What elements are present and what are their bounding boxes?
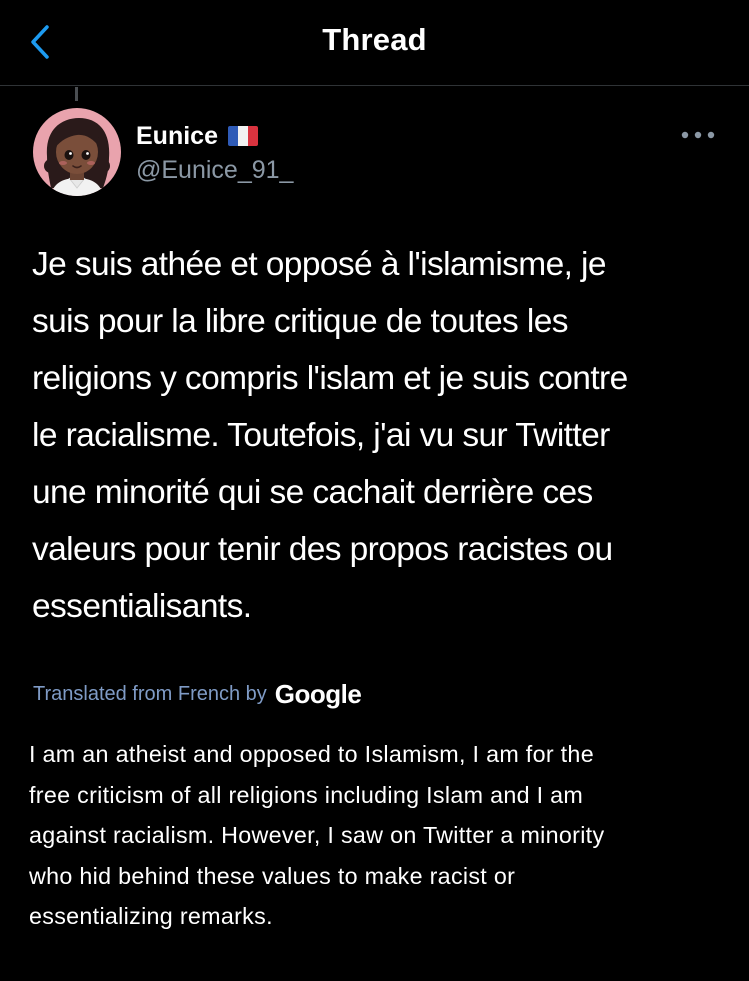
more-horizontal-icon xyxy=(681,131,715,139)
top-nav-bar: Thread xyxy=(0,0,749,86)
translation-attribution: Translated from French by Google xyxy=(33,677,362,711)
page-title: Thread xyxy=(322,22,427,57)
more-options-button[interactable] xyxy=(678,120,718,150)
france-flag-icon xyxy=(227,126,258,146)
thread-connector-line xyxy=(75,87,78,101)
avatar[interactable] xyxy=(33,108,121,196)
translated-from-label[interactable]: Translated from French by xyxy=(33,683,267,706)
google-logo: Google xyxy=(274,678,362,709)
author-display-name[interactable]: Eunice xyxy=(136,122,218,151)
translated-text: I am an atheist and opposed to Islamism,… xyxy=(29,741,605,929)
author-name-row: Eunice xyxy=(136,120,258,152)
author-handle[interactable]: @Eunice_91_ xyxy=(136,156,293,185)
cartoon-avatar-image xyxy=(33,108,121,196)
tweet-body-text: Je suis athée et opposé à l'islamisme, j… xyxy=(32,246,628,625)
